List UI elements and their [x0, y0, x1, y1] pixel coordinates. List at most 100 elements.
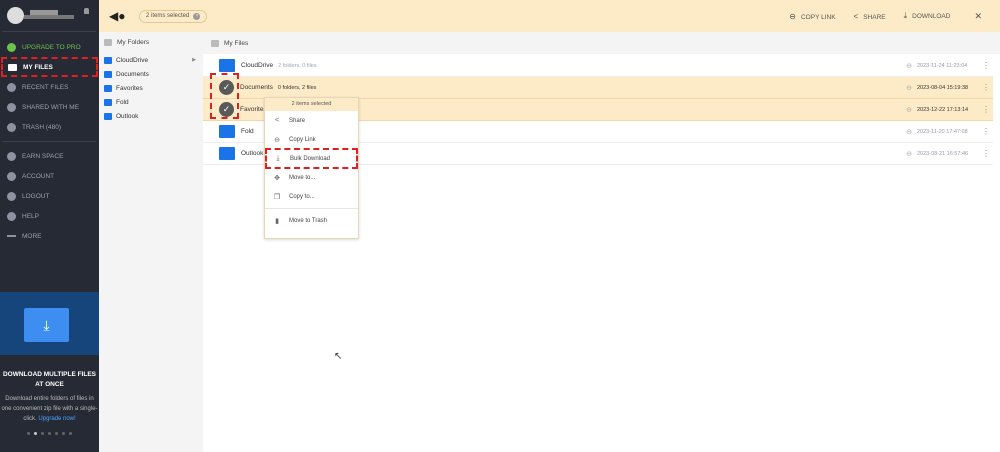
- tree-item-outlook[interactable]: Outlook: [99, 109, 203, 123]
- tree-item-favorites[interactable]: Favorites: [99, 81, 203, 95]
- link-icon[interactable]: ⊖: [906, 128, 912, 136]
- tree-item-label: Favorites: [116, 84, 143, 92]
- sidebar-item-my-files[interactable]: MY FILES: [1, 57, 98, 77]
- more-options-icon[interactable]: ⋮: [979, 61, 993, 70]
- home-folder-icon: [211, 39, 219, 47]
- carousel-dot[interactable]: [69, 432, 72, 435]
- menu-item-copy-link[interactable]: ⊖ Copy Link: [265, 130, 358, 149]
- copy-icon: ❐: [273, 193, 281, 201]
- copy-link-label: COPY LINK: [800, 13, 836, 21]
- download-button[interactable]: ⤓ DOWNLOAD: [904, 11, 951, 21]
- carousel-dots: [0, 432, 99, 435]
- sidebar-item-label: UPGRADE TO PRO: [22, 43, 81, 51]
- gear-icon: [7, 171, 16, 181]
- file-date: 2023-08-21 16:57:46: [917, 150, 969, 157]
- upgrade-link[interactable]: Upgrade now!: [38, 416, 75, 422]
- folder-tree-title: My Folders: [117, 39, 150, 46]
- carousel-dot[interactable]: [62, 432, 65, 435]
- file-name[interactable]: Fold: [241, 128, 254, 135]
- folder-icon: [219, 59, 235, 72]
- link-icon[interactable]: ⊖: [906, 62, 912, 70]
- sidebar-item-earn-space[interactable]: EARN SPACE: [0, 146, 99, 166]
- menu-item-label: Move to...: [289, 174, 316, 181]
- share-button[interactable]: < SHARE: [854, 12, 886, 21]
- sidebar: UPGRADE TO PRO MY FILES RECENT FILES SHA…: [0, 0, 99, 452]
- clock-icon: [7, 82, 16, 92]
- file-name[interactable]: Favorites: [240, 106, 267, 113]
- file-date: 2023-08-04 15:19:38: [917, 84, 969, 91]
- trash-icon: ▮: [275, 217, 279, 225]
- menu-item-copy-to[interactable]: ❐ Copy to...: [265, 187, 358, 206]
- file-row[interactable]: CloudDrive 2 folders, 0 files ⊖ 2023-11-24 …: [203, 55, 993, 77]
- link-icon[interactable]: ⊖: [906, 106, 912, 114]
- folder-icon: [104, 98, 112, 106]
- more-options-icon[interactable]: ⋮: [979, 127, 993, 136]
- menu-item-move-to[interactable]: ✥ Move to...: [265, 168, 358, 187]
- breadcrumb-current[interactable]: My Files: [224, 40, 248, 47]
- promo-text: Download entire folders of files in one …: [0, 394, 99, 424]
- sidebar-item-more[interactable]: MORE: [0, 226, 99, 246]
- sidebar-item-recent-files[interactable]: RECENT FILES: [0, 77, 99, 97]
- more-options-icon[interactable]: ⋮: [979, 149, 993, 158]
- close-button[interactable]: ✕: [974, 11, 982, 22]
- sidebar-item-logout[interactable]: LOGOUT: [0, 186, 99, 206]
- carousel-dot-active[interactable]: [34, 432, 37, 435]
- tree-item-label: Fold: [116, 98, 129, 106]
- link-icon[interactable]: ⊖: [906, 150, 912, 158]
- carousel-dot[interactable]: [27, 432, 30, 435]
- file-name[interactable]: Documents: [240, 84, 273, 91]
- sidebar-item-shared[interactable]: SHARED WITH ME: [0, 97, 99, 117]
- tree-item-clouddrive[interactable]: CloudDrive ▶: [99, 53, 203, 67]
- link-icon: ⊖: [789, 11, 796, 21]
- menu-item-share[interactable]: < Share: [265, 111, 358, 130]
- selection-count: 2 items selected: [146, 13, 190, 19]
- sidebar-item-label: HELP: [22, 212, 39, 220]
- sidebar-item-trash[interactable]: TRASH (480): [0, 117, 99, 137]
- help-icon: [7, 211, 16, 221]
- sidebar-item-label: MORE: [22, 232, 42, 240]
- sidebar-item-upgrade[interactable]: UPGRADE TO PRO: [0, 37, 99, 57]
- sidebar-item-account[interactable]: ACCOUNT: [0, 166, 99, 186]
- plus-circle-icon: [7, 151, 16, 161]
- more-options-icon[interactable]: ⋮: [979, 105, 993, 114]
- sidebar-item-label: MY FILES: [23, 63, 53, 71]
- divider: [265, 208, 358, 209]
- folder-icon: [219, 125, 235, 138]
- copy-link-button[interactable]: ⊖ COPY LINK: [789, 12, 835, 21]
- share-label: SHARE: [863, 13, 886, 21]
- download-folder-icon: ⤓: [24, 308, 69, 342]
- tree-item-fold[interactable]: Fold: [99, 95, 203, 109]
- selection-count-badge: 2 items selected ×: [139, 9, 208, 23]
- file-meta: 0 folders, 2 files: [277, 84, 317, 91]
- file-date: 2023-11-20 17:47:08: [917, 128, 968, 135]
- link-icon[interactable]: ⊖: [906, 84, 912, 92]
- more-icon: [7, 235, 16, 237]
- sidebar-item-help[interactable]: HELP: [0, 206, 99, 226]
- file-row[interactable]: ✓ Documents 0 folders, 2 files ⊖ 2023-08-04 …: [203, 77, 993, 99]
- more-options-icon[interactable]: ⋮: [979, 83, 993, 92]
- carousel-dot[interactable]: [48, 432, 51, 435]
- clear-selection-icon[interactable]: ×: [193, 12, 201, 20]
- tree-item-documents[interactable]: Documents: [99, 67, 203, 81]
- breadcrumb: My Files: [203, 32, 1000, 54]
- folder-icon: [104, 56, 112, 64]
- tree-item-label: Documents: [116, 70, 149, 78]
- file-meta: 2 folders, 0 files: [278, 62, 317, 69]
- selection-highlight: [210, 73, 239, 119]
- email-redacted: [24, 15, 74, 19]
- logo-icon[interactable]: ◀●: [109, 10, 133, 22]
- file-name[interactable]: CloudDrive: [241, 62, 273, 69]
- menu-item-label: Share: [289, 117, 306, 124]
- sidebar-item-label: TRASH (480): [22, 123, 62, 131]
- carousel-dot[interactable]: [41, 432, 44, 435]
- download-label: DOWNLOAD: [912, 13, 951, 20]
- sidebar-item-label: ACCOUNT: [22, 172, 55, 180]
- expand-arrow-icon[interactable]: ▶: [192, 57, 196, 63]
- menu-item-bulk-download[interactable]: ⤓ Bulk Download: [265, 148, 358, 169]
- bell-icon[interactable]: [84, 8, 89, 14]
- user-profile[interactable]: [3, 0, 96, 32]
- carousel-dot[interactable]: [55, 432, 58, 435]
- tree-item-label: Outlook: [116, 112, 139, 120]
- menu-item-move-to-trash[interactable]: ▮ Move to Trash: [265, 211, 358, 230]
- file-name[interactable]: Outlook: [241, 150, 263, 157]
